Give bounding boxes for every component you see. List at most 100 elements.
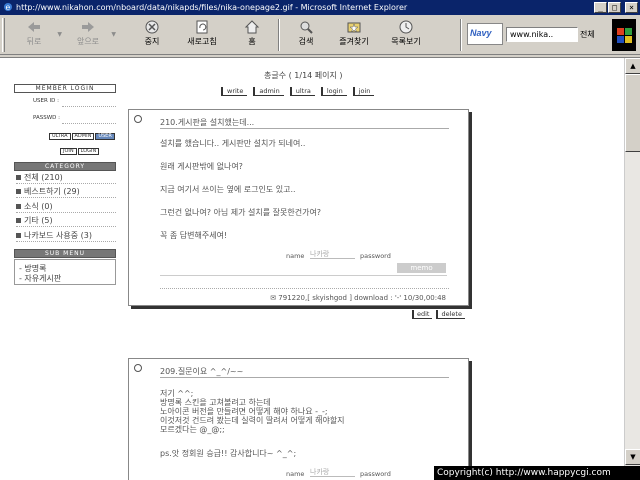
browser-window: e http://www.nikahon.com/nboard/data/nik… bbox=[0, 0, 640, 480]
search-icon bbox=[300, 21, 313, 34]
password-label: password bbox=[360, 252, 391, 260]
board-buttons: write admin ultra login join bbox=[221, 87, 375, 96]
ultra-button[interactable]: ULTRA bbox=[49, 133, 71, 140]
chevron-down-icon[interactable]: ▼ bbox=[57, 31, 62, 38]
name-label: name bbox=[286, 470, 305, 478]
navy-logo: Navy bbox=[467, 23, 503, 45]
ultra-link[interactable]: ultra bbox=[289, 87, 315, 96]
home-button[interactable]: 홈 bbox=[230, 18, 274, 52]
post-title[interactable]: 210.게시판을 설치했는데... bbox=[160, 117, 449, 129]
copyright-banner: Copyright(c) http://www.happycgi.com bbox=[434, 466, 640, 480]
chevron-down-icon[interactable]: ▼ bbox=[111, 31, 116, 38]
name-input[interactable]: 나카랑 bbox=[310, 249, 355, 259]
refresh-label: 새로고침 bbox=[187, 37, 217, 46]
password-label: PASSWD : bbox=[33, 115, 60, 121]
category-item-all[interactable]: 전체 (210) bbox=[16, 171, 116, 184]
favorites-label: 즐겨찾기 bbox=[339, 37, 369, 46]
sub-menu: - 방명록 - 자유게시판 bbox=[14, 259, 116, 285]
name-label: name bbox=[286, 252, 305, 260]
join-button[interactable]: JOIN bbox=[60, 148, 77, 155]
category-item-news[interactable]: 소식 (0) bbox=[16, 200, 116, 213]
edit-button[interactable]: edit bbox=[412, 310, 433, 319]
bullet-icon bbox=[16, 233, 21, 238]
post-line: 그런건 없나여? 아님 제가 설치를 잘못한건가여? bbox=[160, 208, 322, 217]
back-button[interactable]: 뒤로 ▼ bbox=[12, 18, 62, 52]
title-bar: e http://www.nikahon.com/nboard/data/nik… bbox=[0, 0, 640, 15]
circle-icon bbox=[134, 364, 142, 372]
admin-link[interactable]: admin bbox=[253, 87, 284, 96]
post-card: 210.게시판을 설치했는데... 설치를 했습니다.. 게시판만 설치가 되네… bbox=[128, 109, 469, 306]
svg-text:e: e bbox=[6, 3, 11, 12]
post-line: 꼭 좀 답변해주세여! bbox=[160, 231, 228, 240]
sub-menu-heading: SUB MENU bbox=[14, 249, 116, 258]
stop-button[interactable]: 중지 bbox=[130, 18, 174, 52]
refresh-button[interactable]: 새로고침 bbox=[180, 18, 224, 52]
circle-icon bbox=[134, 115, 142, 123]
stop-label: 중지 bbox=[144, 37, 160, 46]
toolbar-grip[interactable] bbox=[2, 18, 5, 52]
delete-button[interactable]: delete bbox=[436, 310, 465, 319]
post-card: 209.질문이요 ^_^/~~ 저기 ^^; 방명록 스킨을 고쳐볼려고 하는데… bbox=[128, 358, 469, 480]
join-link[interactable]: join bbox=[352, 87, 375, 96]
toolbar: 뒤로 ▼ 앞으로 ▼ 중지 새로고침 홈 검색 즐겨찾기 목록보기 Navy w… bbox=[0, 15, 640, 55]
category-item-best[interactable]: 베스트하기 (29) bbox=[16, 185, 116, 198]
favorites-button[interactable]: 즐겨찾기 bbox=[332, 18, 376, 52]
scroll-down-icon[interactable]: ▼ bbox=[625, 449, 640, 465]
login-button[interactable]: LOGIN bbox=[77, 148, 100, 155]
history-button[interactable]: 목록보기 bbox=[384, 18, 428, 52]
forward-arrow-icon bbox=[82, 22, 94, 32]
address-scope-select[interactable]: 전체 bbox=[580, 27, 606, 42]
post-line: 설치를 했습니다.. 게시판만 설치가 되네여.. bbox=[160, 139, 306, 148]
history-icon bbox=[399, 20, 413, 34]
back-arrow-icon bbox=[28, 22, 40, 32]
category-heading: CATEGORY bbox=[14, 162, 116, 171]
forward-button[interactable]: 앞으로 ▼ bbox=[66, 18, 116, 52]
back-label: 뒤로 bbox=[26, 37, 42, 46]
admin-button[interactable]: ADMIN bbox=[71, 133, 95, 140]
total-count: 총글수 ( 1/14 페이지 ) bbox=[264, 71, 343, 80]
write-button[interactable]: write bbox=[221, 87, 248, 96]
search-label: 검색 bbox=[298, 37, 314, 46]
home-icon bbox=[244, 20, 260, 34]
bullet-icon bbox=[16, 189, 21, 194]
bullet-icon bbox=[16, 218, 21, 223]
post-title[interactable]: 209.질문이요 ^_^/~~ bbox=[160, 366, 449, 378]
sub-menu-freeboard[interactable]: - 자유게시판 bbox=[19, 273, 61, 284]
windows-logo-icon bbox=[612, 19, 636, 51]
page-content: MEMBER LOGIN USER ID : PASSWD : ULTRA AD… bbox=[0, 57, 640, 480]
userid-input[interactable] bbox=[62, 106, 116, 107]
post-footer: ✉ 791220,[ skyishgod ] download : '-' 10… bbox=[270, 294, 446, 302]
post-line: ps.앗 정회원 승급!! 감사합니다~ ^_^; bbox=[160, 449, 297, 458]
close-button[interactable]: × bbox=[625, 2, 638, 13]
address-input[interactable]: www.nika.. bbox=[506, 27, 578, 42]
stop-icon bbox=[145, 20, 159, 34]
user-button[interactable]: USER bbox=[95, 133, 115, 140]
post-line: 원래 게시판밖에 없나여? bbox=[160, 162, 243, 171]
history-label: 목록보기 bbox=[391, 37, 421, 46]
scroll-thumb[interactable] bbox=[625, 74, 640, 152]
favorites-icon bbox=[347, 22, 361, 33]
scroll-up-icon[interactable]: ▲ bbox=[625, 58, 640, 74]
password-input[interactable] bbox=[62, 123, 116, 124]
category-item-etc[interactable]: 기타 (5) bbox=[16, 214, 116, 227]
login-link[interactable]: login bbox=[320, 87, 347, 96]
vertical-scrollbar[interactable]: ▲ ▼ bbox=[624, 58, 640, 480]
bullet-icon bbox=[16, 204, 21, 209]
window-title: http://www.nikahon.com/nboard/data/nikap… bbox=[16, 3, 408, 12]
ie-icon: e bbox=[4, 3, 12, 12]
password-label: password bbox=[360, 470, 391, 478]
refresh-icon bbox=[196, 20, 208, 34]
level-buttons: ULTRA ADMIN USER bbox=[49, 133, 115, 140]
search-button[interactable]: 검색 bbox=[284, 18, 328, 52]
name-input[interactable]: 나카랑 bbox=[310, 467, 355, 477]
memo-button[interactable]: memo bbox=[397, 263, 446, 273]
home-label: 홈 bbox=[248, 37, 256, 46]
category-item-nikaboard[interactable]: 나카보드 사용중 (3) bbox=[16, 229, 116, 242]
maximize-button[interactable]: □ bbox=[608, 2, 621, 13]
forward-label: 앞으로 bbox=[76, 37, 100, 46]
minimize-button[interactable]: _ bbox=[594, 2, 607, 13]
post-line: 모르겠다는 @_@;; bbox=[160, 425, 225, 434]
bullet-icon bbox=[16, 175, 21, 180]
memo-input[interactable] bbox=[160, 275, 447, 276]
post-actions: edit delete bbox=[412, 310, 465, 319]
